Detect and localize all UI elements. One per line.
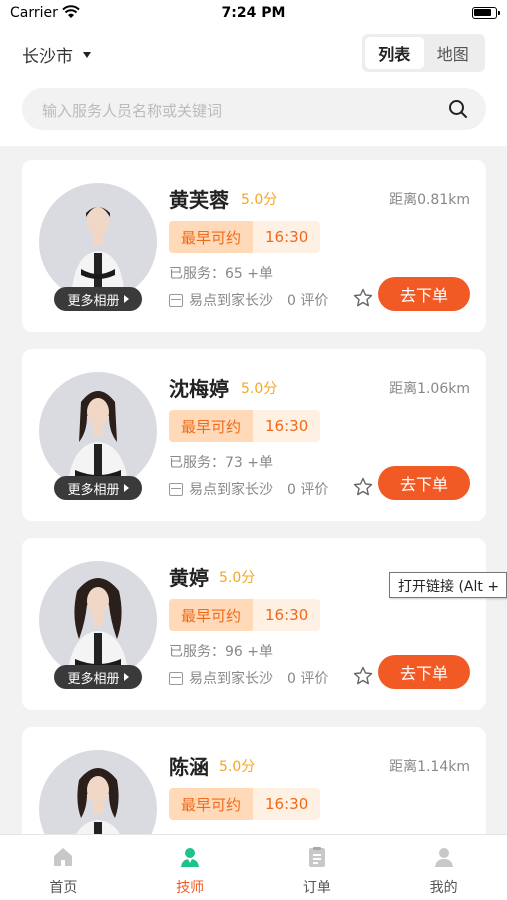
availability-label: 最早可约 bbox=[169, 410, 254, 442]
place-order-button[interactable]: 去下单 bbox=[378, 277, 470, 311]
more-album-button[interactable]: 更多相册 bbox=[54, 665, 142, 689]
availability-label: 最早可约 bbox=[169, 221, 254, 253]
distance: 距离1.14km bbox=[389, 759, 470, 775]
review-count: 0 评价 bbox=[287, 293, 329, 309]
availability-label: 最早可约 bbox=[169, 599, 254, 631]
chevron-down-icon bbox=[83, 51, 91, 58]
availability-label: 最早可约 bbox=[169, 788, 254, 820]
battery-icon bbox=[472, 7, 500, 19]
availability-time: 16:30 bbox=[253, 410, 321, 442]
availability-time: 16:30 bbox=[253, 599, 321, 631]
avatar[interactable] bbox=[39, 750, 157, 834]
play-icon bbox=[123, 484, 129, 492]
profile-icon bbox=[432, 845, 456, 873]
technician-icon bbox=[178, 845, 202, 873]
tab-technician[interactable]: 技师 bbox=[127, 835, 254, 900]
tab-label: 订单 bbox=[302, 880, 331, 896]
rating-score: 5.0分 bbox=[219, 570, 256, 586]
place-order-button[interactable]: 去下单 bbox=[378, 655, 470, 689]
star-icon[interactable] bbox=[353, 477, 373, 501]
shop-info: 易点到家长沙 0 评价 bbox=[169, 479, 328, 499]
star-icon[interactable] bbox=[353, 288, 373, 312]
availability-badge: 最早可约 16:30 bbox=[169, 221, 321, 253]
tab-label: 首页 bbox=[49, 880, 78, 896]
shop-name: 易点到家长沙 bbox=[189, 293, 273, 309]
technician-card[interactable]: 更多相册 沈梅婷 5.0分 距离1.06km 最早可约 16:30 已服务：73… bbox=[22, 349, 486, 521]
search-bar[interactable]: 输入服务人员名称或关键词 bbox=[22, 88, 486, 130]
avatar[interactable] bbox=[39, 372, 157, 490]
tab-label: 技师 bbox=[176, 880, 205, 896]
shop-name: 易点到家长沙 bbox=[189, 482, 273, 498]
city-label: 长沙市 bbox=[22, 47, 73, 67]
served-count: 已服务：96 +单 bbox=[169, 644, 273, 660]
view-toggle: 列表 地图 bbox=[362, 34, 485, 72]
availability-badge: 最早可约 16:30 bbox=[169, 410, 321, 442]
avatar[interactable] bbox=[39, 561, 157, 679]
rating-score: 5.0分 bbox=[241, 192, 278, 208]
rating-score: 5.0分 bbox=[241, 381, 278, 397]
clock: 7:24 PM bbox=[221, 5, 286, 21]
technician-name: 沈梅婷 bbox=[169, 377, 229, 401]
tab-profile[interactable]: 我的 bbox=[380, 835, 507, 900]
shop-icon bbox=[169, 671, 183, 685]
shop-icon bbox=[169, 482, 183, 496]
link-tooltip: 打开链接 (Alt + bbox=[389, 572, 507, 598]
availability-time: 16:30 bbox=[253, 788, 321, 820]
star-icon[interactable] bbox=[353, 666, 373, 690]
shop-name: 易点到家长沙 bbox=[189, 671, 273, 687]
tab-label: 我的 bbox=[429, 880, 458, 896]
served-count: 已服务：65 +单 bbox=[169, 266, 273, 282]
place-order-button[interactable]: 去下单 bbox=[378, 466, 470, 500]
technician-card[interactable]: 陈涵 5.0分 距离1.14km 最早可约 16:30 bbox=[22, 727, 486, 834]
play-icon bbox=[123, 295, 129, 303]
review-count: 0 评价 bbox=[287, 482, 329, 498]
toggle-map[interactable]: 地图 bbox=[424, 37, 483, 69]
technician-card[interactable]: 更多相册 黄婷 5.0分 最早可约 16:30 已服务：96 +单 易点到家长沙… bbox=[22, 538, 486, 710]
header: 长沙市 列表 地图 输入服务人员名称或关键词 bbox=[0, 28, 507, 146]
tab-bar: 首页 技师 订单 我的 bbox=[0, 834, 507, 900]
rating-score: 5.0分 bbox=[219, 759, 256, 775]
city-selector[interactable]: 长沙市 bbox=[22, 42, 91, 67]
more-album-button[interactable]: 更多相册 bbox=[54, 287, 142, 311]
more-album-label: 更多相册 bbox=[67, 671, 120, 687]
technician-name: 黄芙蓉 bbox=[169, 188, 229, 212]
avatar[interactable] bbox=[39, 183, 157, 301]
play-icon bbox=[123, 673, 129, 681]
technician-name: 陈涵 bbox=[169, 755, 209, 779]
shop-icon bbox=[169, 293, 183, 307]
home-icon bbox=[51, 845, 75, 873]
technician-name: 黄婷 bbox=[169, 566, 209, 590]
distance: 距离1.06km bbox=[389, 381, 470, 397]
toggle-list[interactable]: 列表 bbox=[365, 37, 424, 69]
more-album-button[interactable]: 更多相册 bbox=[54, 476, 142, 500]
technician-card[interactable]: 更多相册 黄芙蓉 5.0分 距离0.81km 最早可约 16:30 已服务：65… bbox=[22, 160, 486, 332]
shop-info: 易点到家长沙 0 评价 bbox=[169, 290, 328, 310]
distance: 距离0.81km bbox=[389, 192, 470, 208]
more-album-label: 更多相册 bbox=[67, 482, 120, 498]
tab-orders[interactable]: 订单 bbox=[254, 835, 381, 900]
shop-info: 易点到家长沙 0 评价 bbox=[169, 668, 328, 688]
status-bar: Carrier 7:24 PM bbox=[0, 0, 507, 28]
order-icon bbox=[305, 845, 329, 873]
served-count: 已服务：73 +单 bbox=[169, 455, 273, 471]
search-icon[interactable] bbox=[448, 99, 468, 123]
tab-home[interactable]: 首页 bbox=[0, 835, 127, 900]
availability-time: 16:30 bbox=[253, 221, 321, 253]
review-count: 0 评价 bbox=[287, 671, 329, 687]
search-input[interactable]: 输入服务人员名称或关键词 bbox=[42, 100, 222, 121]
more-album-label: 更多相册 bbox=[67, 293, 120, 309]
availability-badge: 最早可约 16:30 bbox=[169, 599, 321, 631]
availability-badge: 最早可约 16:30 bbox=[169, 788, 321, 820]
